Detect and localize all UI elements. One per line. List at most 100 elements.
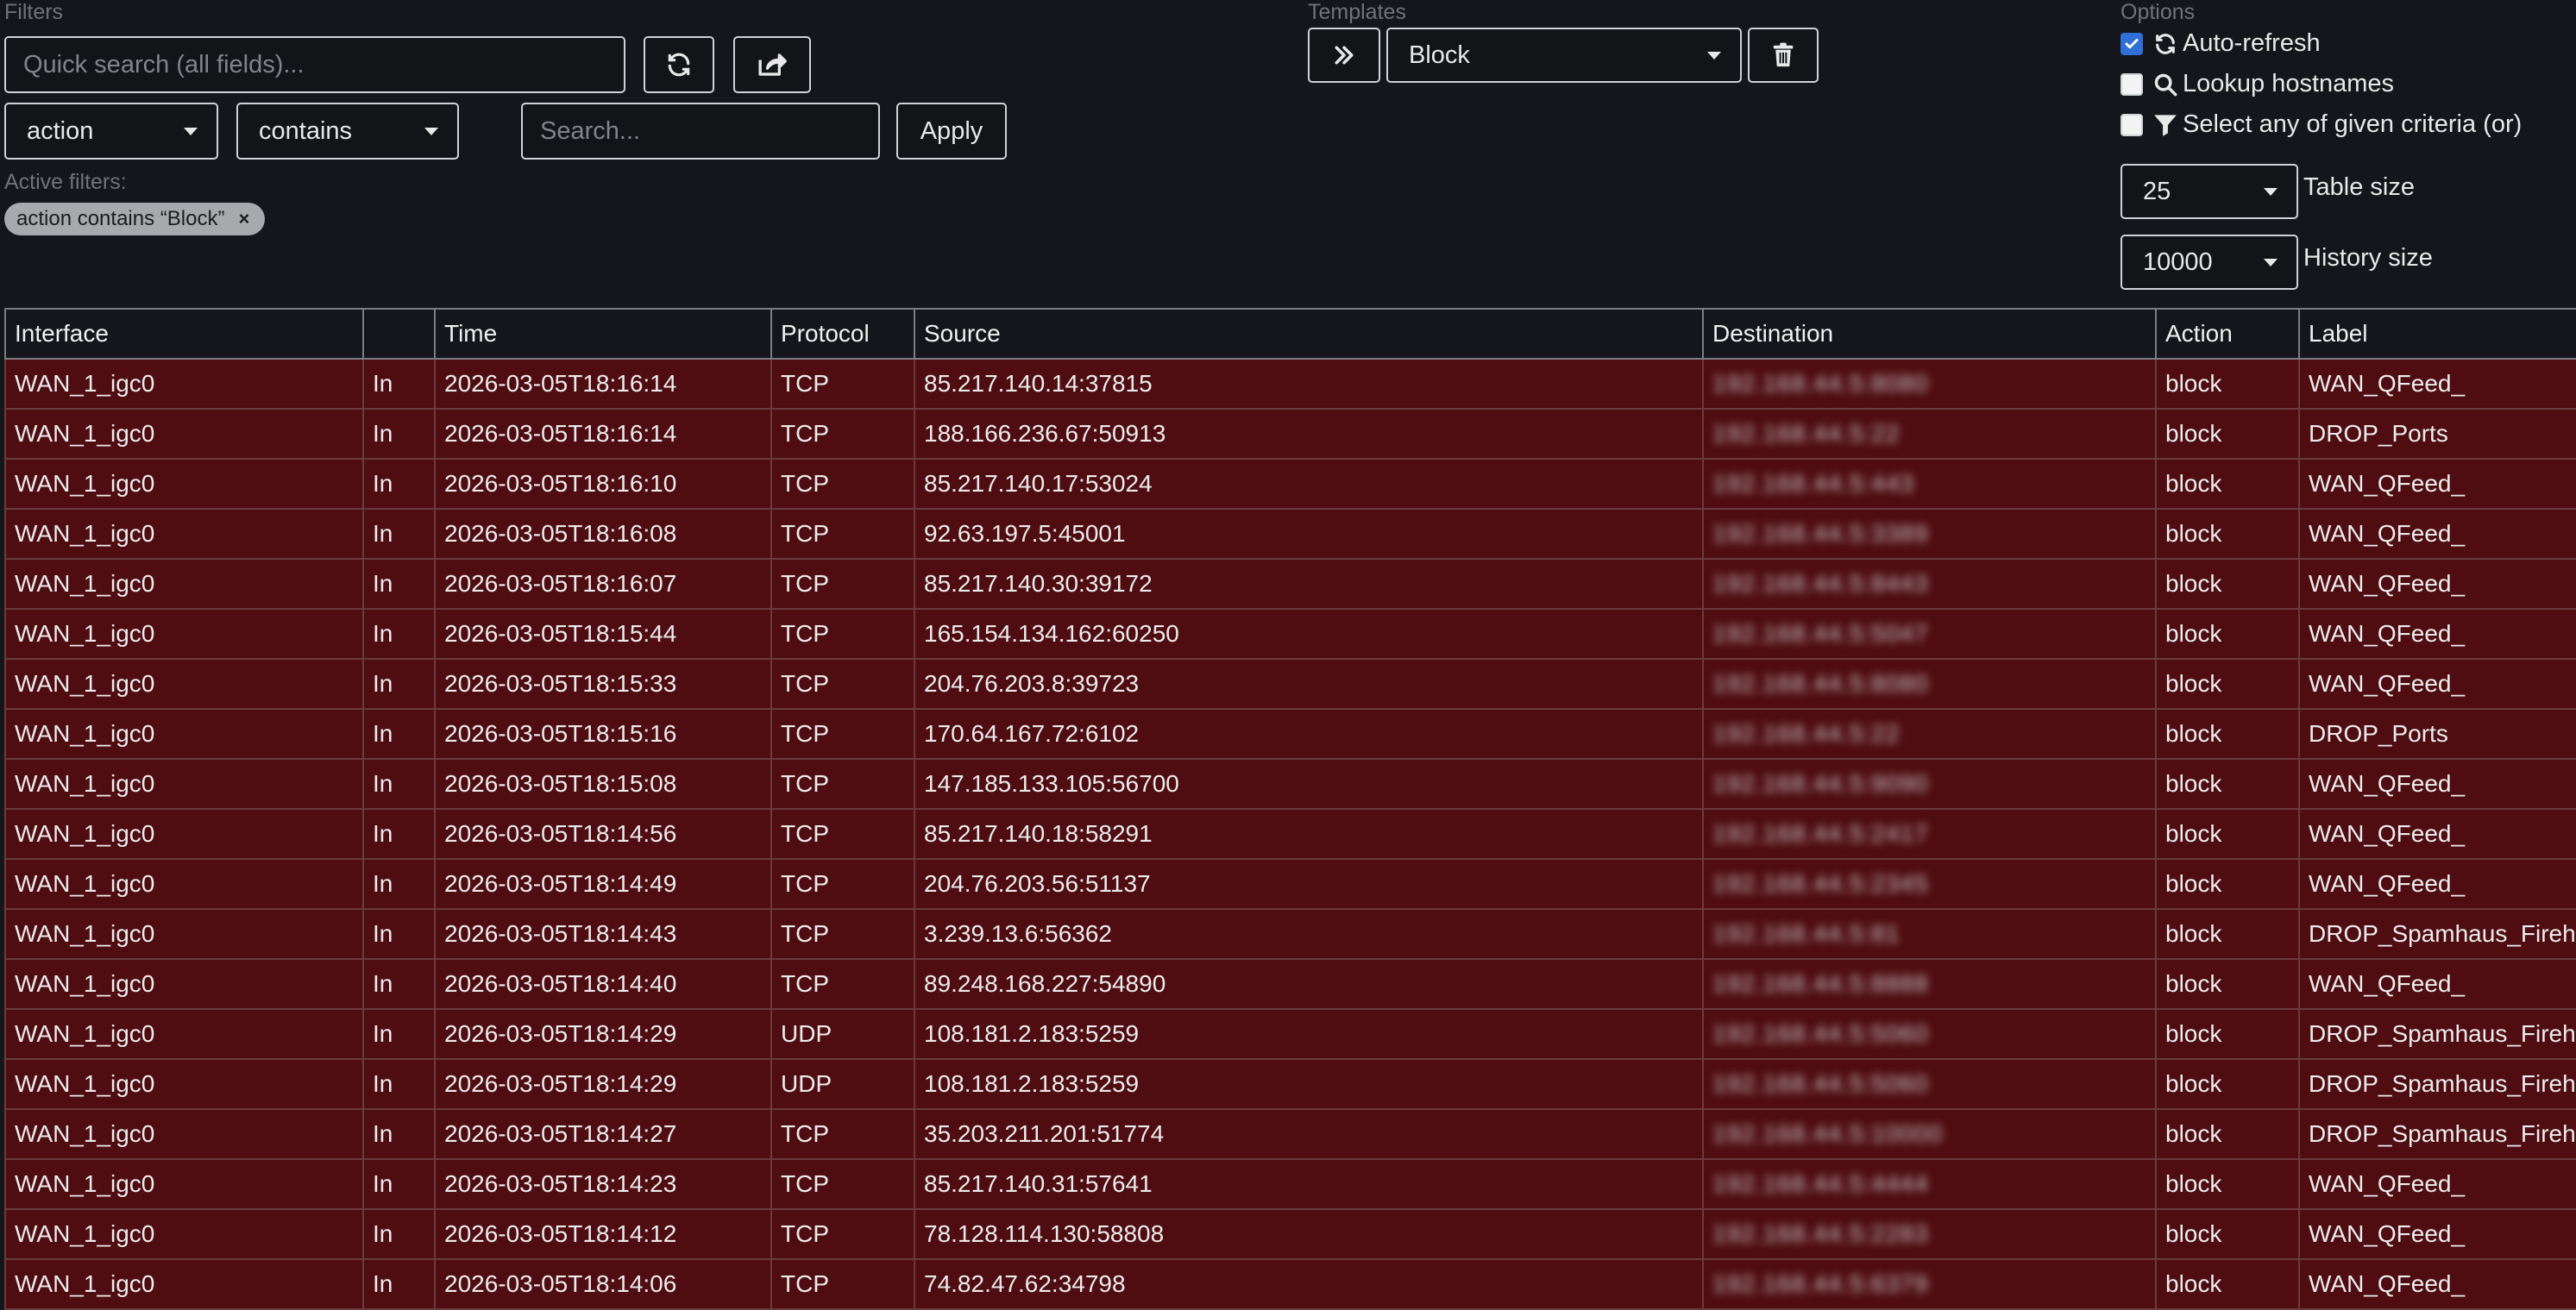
auto-refresh-checkbox[interactable] [2120, 32, 2143, 55]
active-filters-label: Active filters: [4, 170, 127, 194]
cell-direction: In [362, 1008, 436, 1060]
table-row[interactable]: WAN_1_igc0 In 2026-03-05T18:16:07 TCP 85.217… [4, 558, 2576, 610]
cell-interface: WAN_1_igc0 [4, 708, 364, 760]
cell-interface: WAN_1_igc0 [4, 408, 364, 460]
lookup-hostnames-option[interactable]: Lookup hostnames [2120, 70, 2394, 98]
table-row[interactable]: WAN_1_igc0 In 2026-03-05T18:15:08 TCP 147.18… [4, 758, 2576, 810]
cell-destination: 192.168.44.5:2345 [1702, 858, 2157, 910]
cell-label: DROP_Spamhaus_Fireh [2298, 908, 2576, 960]
column-header-source[interactable]: Source [914, 308, 1704, 360]
redacted-destination: 192.168.44.5:8443 [1712, 570, 1929, 597]
cell-action: block [2155, 908, 2300, 960]
cell-source: 147.185.133.105:56700 [914, 758, 1704, 810]
export-button[interactable] [733, 36, 811, 93]
column-header-time[interactable]: Time [434, 308, 772, 360]
cell-source: 85.217.140.18:58291 [914, 808, 1704, 860]
column-header-protocol[interactable]: Protocol [770, 308, 915, 360]
cell-interface: WAN_1_igc0 [4, 458, 364, 510]
quick-search-input[interactable] [4, 36, 625, 93]
table-row[interactable]: WAN_1_igc0 In 2026-03-05T18:16:14 TCP 85.217… [4, 358, 2576, 410]
table-row[interactable]: WAN_1_igc0 In 2026-03-05T18:15:44 TCP 165.15… [4, 608, 2576, 660]
table-row[interactable]: WAN_1_igc0 In 2026-03-05T18:15:33 TCP 204.76… [4, 658, 2576, 710]
cell-protocol: TCP [770, 608, 915, 660]
table-size-value: 25 [2143, 177, 2171, 205]
cell-time: 2026-03-05T18:15:44 [434, 608, 772, 660]
remove-filter-button[interactable]: × [238, 208, 249, 230]
table-size-select[interactable]: 25 [2120, 164, 2298, 219]
redacted-destination: 192.168.44.5:6379 [1712, 1270, 1929, 1297]
apply-button[interactable]: Apply [896, 103, 1007, 160]
redacted-destination: 192.168.44.5:5060 [1712, 1020, 1929, 1047]
cell-action: block [2155, 958, 2300, 1010]
table-row[interactable]: WAN_1_igc0 In 2026-03-05T18:14:40 TCP 89.248… [4, 958, 2576, 1010]
template-select[interactable]: Block [1386, 28, 1742, 83]
table-row[interactable]: WAN_1_igc0 In 2026-03-05T18:14:23 TCP 85.217… [4, 1158, 2576, 1210]
auto-refresh-option[interactable]: Auto-refresh [2120, 29, 2321, 58]
table-row[interactable]: WAN_1_igc0 In 2026-03-05T18:14:29 UDP 108.18… [4, 1058, 2576, 1110]
cell-direction: In [362, 558, 436, 610]
table-row[interactable]: WAN_1_igc0 In 2026-03-05T18:15:16 TCP 170.64… [4, 708, 2576, 760]
delete-template-button[interactable] [1748, 28, 1819, 83]
cell-action: block [2155, 808, 2300, 860]
cell-direction: In [362, 1208, 436, 1260]
cell-time: 2026-03-05T18:15:33 [434, 658, 772, 710]
filter-field-select[interactable]: action [4, 103, 218, 160]
table-row[interactable]: WAN_1_igc0 In 2026-03-05T18:14:12 TCP 78.128… [4, 1208, 2576, 1260]
table-row[interactable]: WAN_1_igc0 In 2026-03-05T18:14:29 UDP 108.18… [4, 1008, 2576, 1060]
filter-value-input[interactable] [521, 103, 880, 160]
redacted-destination: 192.168.44.5:9090 [1712, 770, 1929, 797]
cell-direction: In [362, 908, 436, 960]
lookup-hostnames-checkbox[interactable] [2120, 72, 2143, 96]
cell-destination: 192.168.44.5:10000 [1702, 1108, 2157, 1160]
table-row[interactable]: WAN_1_igc0 In 2026-03-05T18:14:06 TCP 74.82.… [4, 1258, 2576, 1310]
cell-time: 2026-03-05T18:14:56 [434, 808, 772, 860]
cell-source: 85.217.140.14:37815 [914, 358, 1704, 410]
cell-destination: 192.168.44.5:443 [1702, 458, 2157, 510]
column-header-direction[interactable] [362, 308, 436, 360]
filter-operator-select[interactable]: contains [236, 103, 459, 160]
column-header-destination[interactable]: Destination [1702, 308, 2157, 360]
column-header-label[interactable]: Label [2298, 308, 2576, 360]
table-row[interactable]: WAN_1_igc0 In 2026-03-05T18:14:43 TCP 3.239.… [4, 908, 2576, 960]
column-header-interface[interactable]: Interface [4, 308, 364, 360]
filters-section-label: Filters [4, 0, 64, 24]
refresh-button[interactable] [644, 36, 714, 93]
chevron-down-icon [2264, 259, 2278, 266]
cell-interface: WAN_1_igc0 [4, 1008, 364, 1060]
table-row[interactable]: WAN_1_igc0 In 2026-03-05T18:16:14 TCP 188.16… [4, 408, 2576, 460]
cell-destination: 192.168.44.5:3389 [1702, 508, 2157, 560]
cell-direction: In [362, 1158, 436, 1210]
table-row[interactable]: WAN_1_igc0 In 2026-03-05T18:16:10 TCP 85.217… [4, 458, 2576, 510]
cell-action: block [2155, 1108, 2300, 1160]
cell-action: block [2155, 508, 2300, 560]
redacted-destination: 192.168.44.5:2345 [1712, 870, 1929, 897]
cell-direction: In [362, 1058, 436, 1110]
cell-source: 170.64.167.72:6102 [914, 708, 1704, 760]
history-size-select[interactable]: 10000 [2120, 235, 2298, 290]
cell-label: WAN_QFeed_ [2298, 958, 2576, 1010]
table-row[interactable]: WAN_1_igc0 In 2026-03-05T18:16:08 TCP 92.63.… [4, 508, 2576, 560]
cell-label: WAN_QFeed_ [2298, 858, 2576, 910]
table-row[interactable]: WAN_1_igc0 In 2026-03-05T18:14:27 TCP 35.203… [4, 1108, 2576, 1160]
cell-source: 108.181.2.183:5259 [914, 1008, 1704, 1060]
cell-label: DROP_Ports [2298, 708, 2576, 760]
select-any-option[interactable]: Select any of given criteria (or) [2120, 110, 2522, 139]
table-row[interactable]: WAN_1_igc0 In 2026-03-05T18:14:56 TCP 85.217… [4, 808, 2576, 860]
cell-label: WAN_QFeed_ [2298, 1158, 2576, 1210]
cell-source: 204.76.203.8:39723 [914, 658, 1704, 710]
cell-source: 204.76.203.56:51137 [914, 858, 1704, 910]
cell-source: 89.248.168.227:54890 [914, 958, 1704, 1010]
cell-action: block [2155, 758, 2300, 810]
cell-direction: In [362, 758, 436, 810]
cell-time: 2026-03-05T18:14:23 [434, 1158, 772, 1210]
cell-source: 165.154.134.162:60250 [914, 608, 1704, 660]
cell-interface: WAN_1_igc0 [4, 358, 364, 410]
apply-template-button[interactable] [1308, 28, 1380, 83]
redacted-destination: 192.168.44.5:22 [1712, 720, 1901, 747]
column-header-action[interactable]: Action [2155, 308, 2300, 360]
table-row[interactable]: WAN_1_igc0 In 2026-03-05T18:14:49 TCP 204.76… [4, 858, 2576, 910]
firewall-log-table: Interface Time Protocol Source Destinati… [4, 308, 2576, 1310]
cell-protocol: TCP [770, 1208, 915, 1260]
select-any-checkbox[interactable] [2120, 113, 2143, 136]
cell-protocol: TCP [770, 458, 915, 510]
